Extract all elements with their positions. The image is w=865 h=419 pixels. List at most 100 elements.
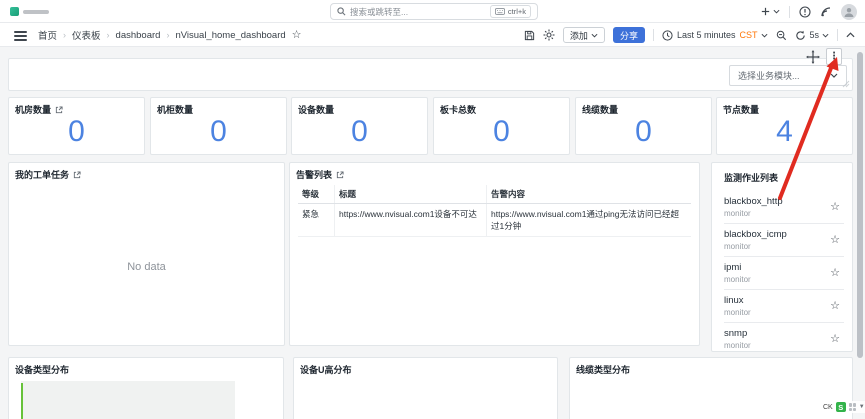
chevron-down-icon xyxy=(761,33,768,38)
breadcrumb-home[interactable]: 首页 xyxy=(38,28,57,42)
work-orders-panel: 我的工单任务 No data xyxy=(8,162,285,346)
app-logo-text xyxy=(23,10,49,14)
list-item[interactable]: blackbox_http monitor ☆ xyxy=(724,191,844,224)
add-panel-button[interactable]: 添加 xyxy=(562,27,605,43)
ime-mode-label: CK xyxy=(823,403,833,411)
star-icon[interactable]: ☆ xyxy=(830,200,840,213)
business-module-select-value: 选择业务模块... xyxy=(738,71,800,81)
monitor-jobs-panel: 监测作业列表 blackbox_http monitor ☆ blackbox_… xyxy=(711,162,853,352)
stat-value: 4 xyxy=(776,115,793,148)
ime-logo-icon[interactable]: S xyxy=(835,402,846,412)
chevron-down-icon xyxy=(822,33,829,38)
no-data-label: No data xyxy=(127,261,166,273)
global-search[interactable]: ctrl+k xyxy=(330,3,538,20)
refresh-icon xyxy=(796,30,806,40)
menu-icon[interactable] xyxy=(14,31,27,43)
chart-axis-line xyxy=(21,383,23,419)
alerts-table: 等级 标题 告警内容 紧急 https://www.nvisual.com1设备… xyxy=(298,185,691,237)
alert-level-cell: 紧急 xyxy=(298,204,335,236)
timezone-label: CST xyxy=(739,30,758,40)
device-uheight-chart-panel: 设备U高分布 xyxy=(293,357,558,419)
topbar-divider xyxy=(789,5,790,18)
star-icon[interactable]: ☆ xyxy=(830,332,840,345)
collapse-toolbar-icon[interactable] xyxy=(846,32,855,38)
app-logo-icon[interactable] xyxy=(10,7,19,16)
business-module-panel: 选择业务模块... xyxy=(8,58,853,91)
panel-drag-icon[interactable] xyxy=(806,49,820,64)
stat-value: 0 xyxy=(493,115,510,148)
external-link-icon[interactable] xyxy=(73,170,81,179)
chevron-down-icon xyxy=(830,73,838,78)
job-name: blackbox_http xyxy=(724,196,783,207)
alert-title-cell: https://www.nvisual.com1设备不可达 xyxy=(335,204,487,236)
panel-title: 告警列表 xyxy=(296,170,333,180)
search-shortcut-chip: ctrl+k xyxy=(489,5,531,18)
stat-value: 0 xyxy=(210,115,227,148)
chevron-down-icon xyxy=(773,9,780,14)
star-icon[interactable]: ☆ xyxy=(830,266,840,279)
star-icon[interactable]: ☆ xyxy=(830,233,840,246)
top-bar: ctrl+k xyxy=(0,0,865,23)
vertical-scrollbar[interactable] xyxy=(857,52,863,358)
time-range-picker[interactable]: Last 5 minutes CST xyxy=(662,29,769,41)
stat-value: 0 xyxy=(68,115,85,148)
dashboard-settings-icon[interactable] xyxy=(543,29,555,41)
job-name: linux xyxy=(724,295,744,306)
panel-resize-handle[interactable] xyxy=(842,80,850,88)
ime-menu-icon[interactable] xyxy=(848,403,856,411)
column-header[interactable]: 等级 xyxy=(298,185,335,203)
job-subtitle: monitor xyxy=(724,209,751,218)
panel-title: 监测作业列表 xyxy=(724,173,779,183)
list-item[interactable]: linux monitor ☆ xyxy=(724,290,844,323)
table-row: 紧急 https://www.nvisual.com1设备不可达 https:/… xyxy=(298,204,691,237)
device-type-chart xyxy=(21,381,235,419)
grafana-dashboard: ctrl+k 首页 › 仪表板 › d xyxy=(0,0,865,419)
breadcrumb: 首页 › 仪表板 › dashboard › nVisual_home_dash… xyxy=(38,23,302,47)
list-item[interactable]: ipmi monitor ☆ xyxy=(724,257,844,290)
breadcrumb-folder[interactable]: dashboard xyxy=(116,30,161,41)
ime-toolbar[interactable]: CK S ▼ xyxy=(821,401,865,413)
new-menu-button[interactable] xyxy=(760,6,780,17)
zoom-out-time-icon[interactable] xyxy=(776,30,787,41)
share-button[interactable]: 分享 xyxy=(612,27,645,43)
rss-icon[interactable] xyxy=(820,6,832,18)
search-shortcut-label: ctrl+k xyxy=(507,7,526,16)
ime-expand-icon[interactable]: ▼ xyxy=(859,404,865,410)
stat-panel-cables: 线缆数量 0 xyxy=(575,97,712,155)
keyboard-icon xyxy=(494,8,505,15)
favorite-star-icon[interactable]: ☆ xyxy=(292,29,302,41)
alerts-panel: 告警列表 等级 标题 告警内容 紧急 https://www.nvisual.c… xyxy=(289,162,700,346)
stat-value: 0 xyxy=(635,115,652,148)
business-module-select[interactable]: 选择业务模块... xyxy=(729,65,847,86)
column-header[interactable]: 标题 xyxy=(335,185,487,203)
panel-title: 设备类型分布 xyxy=(15,365,70,375)
cable-type-chart-panel: 线缆类型分布 xyxy=(569,357,853,419)
job-name: snmp xyxy=(724,328,748,339)
breadcrumb-separator: › xyxy=(106,30,110,40)
device-type-chart-panel: 设备类型分布 xyxy=(8,357,284,419)
list-item[interactable]: blackbox_icmp monitor ☆ xyxy=(724,224,844,257)
breadcrumb-dashboards[interactable]: 仪表板 xyxy=(72,28,101,42)
user-avatar[interactable] xyxy=(841,3,857,20)
stat-panel-rooms: 机房数量 0 xyxy=(8,97,145,155)
star-icon[interactable]: ☆ xyxy=(830,299,840,312)
news-icon[interactable] xyxy=(799,5,811,18)
stat-value: 0 xyxy=(351,115,368,148)
column-header[interactable]: 告警内容 xyxy=(487,185,691,203)
breadcrumb-separator: › xyxy=(63,30,67,40)
stat-panel-racks: 机柜数量 0 xyxy=(150,97,287,155)
save-dashboard-icon[interactable] xyxy=(524,30,535,41)
job-subtitle: monitor xyxy=(724,275,751,284)
clock-icon xyxy=(662,29,673,41)
refresh-picker[interactable]: 5s xyxy=(795,30,829,41)
time-range-label: Last 5 minutes xyxy=(676,30,736,40)
panel-menu-kebab-icon[interactable]: ⋮ xyxy=(826,48,842,65)
breadcrumb-current[interactable]: nVisual_home_dashboard xyxy=(175,30,285,41)
panel-title: 线缆类型分布 xyxy=(576,365,631,375)
panel-title: 我的工单任务 xyxy=(15,170,70,180)
alerts-table-header: 等级 标题 告警内容 xyxy=(298,185,691,204)
search-input[interactable] xyxy=(350,6,490,17)
list-item[interactable]: snmp monitor ☆ xyxy=(724,323,844,356)
external-link-icon[interactable] xyxy=(336,170,344,179)
stat-panel-devices: 设备数量 0 xyxy=(291,97,428,155)
